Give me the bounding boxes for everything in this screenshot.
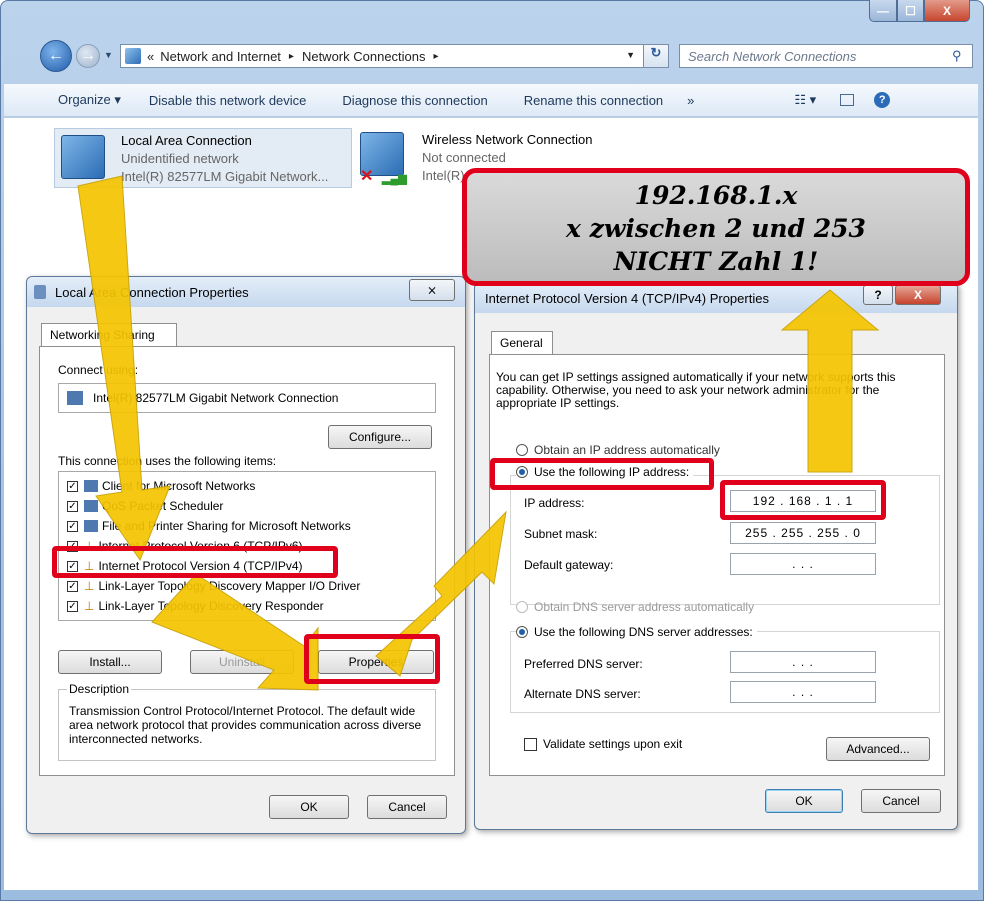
highlight-ipv4-item [52,546,338,578]
arrow-to-properties-button [151,573,319,691]
highlight-use-ip-radio [490,458,714,490]
arrow-down-to-ipv4 [77,175,171,562]
ip-hint-callout: 192.168.1.x x zwischen 2 und 253 NICHT Z… [462,168,970,286]
highlight-properties-button [304,634,440,684]
arrow-up-to-callout [780,289,880,473]
callout-line-3: NICHT Zahl 1! [613,247,819,276]
highlight-ip-address-field [720,480,886,520]
callout-line-1: 192.168.1.x [634,181,798,210]
annotation-arrows [77,175,880,691]
callout-line-2: x zwischen 2 und 253 [566,214,866,243]
